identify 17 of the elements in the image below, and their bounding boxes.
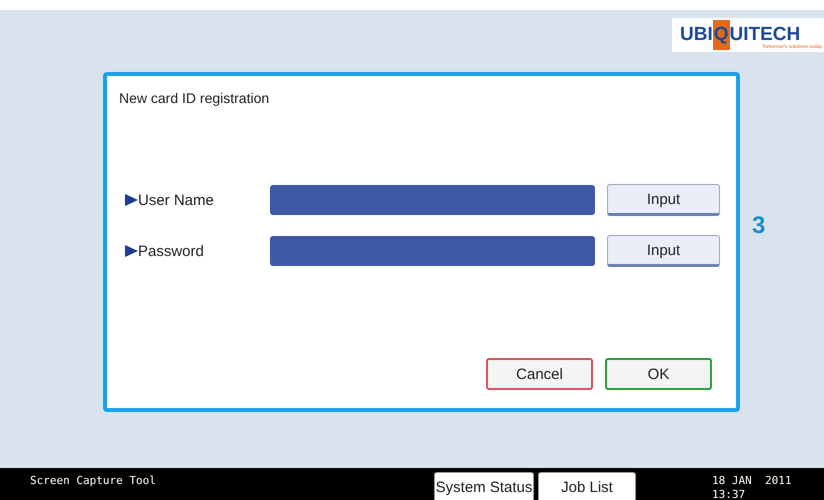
time-text: 13:37 [712, 488, 746, 500]
cancel-button[interactable]: Cancel [486, 358, 593, 390]
status-button[interactable]: Job List [538, 472, 636, 500]
input-field[interactable] [270, 236, 595, 266]
triangle-icon [125, 194, 138, 206]
date-text: 18 JAN 2011 [712, 474, 792, 488]
ok-button[interactable]: OK [605, 358, 712, 390]
field-label: User Name [138, 192, 215, 208]
status-button[interactable]: System Status [434, 472, 534, 500]
step-number: 3 [752, 212, 766, 240]
input-field[interactable] [270, 185, 595, 215]
dialog-title: New card ID registration [119, 90, 270, 106]
field-label: Password [138, 242, 205, 260]
app-name: Screen Capture Tool [30, 474, 157, 487]
triangle-icon [125, 245, 138, 257]
input-button[interactable]: Input [607, 235, 720, 267]
input-button[interactable]: Input [607, 184, 720, 216]
